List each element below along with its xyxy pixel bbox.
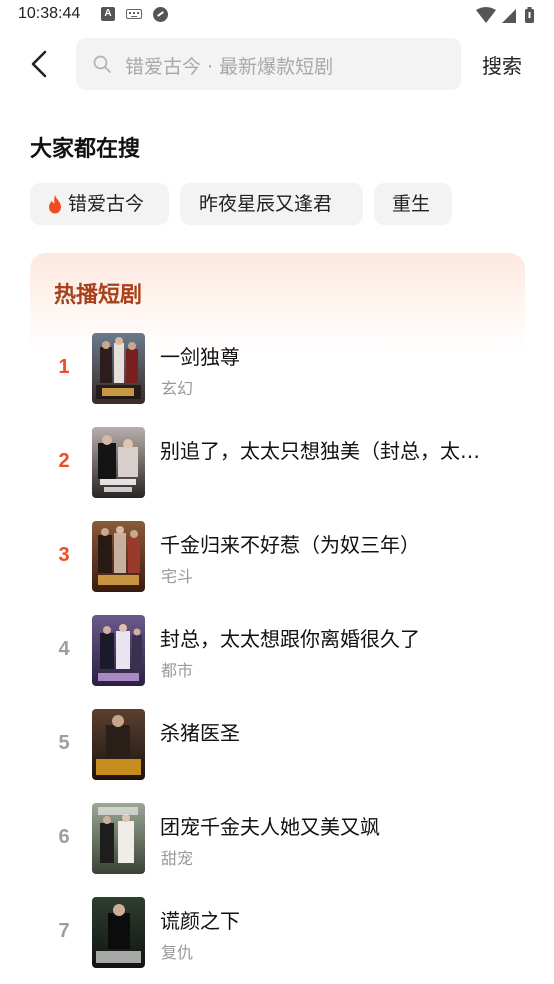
keyboard-icon — [126, 9, 142, 19]
search-placeholder: 错爱古今 · 最新爆款短剧 — [125, 56, 334, 78]
rank-number: 7 — [58, 920, 70, 942]
hot-search-chip[interactable]: 重生 — [374, 183, 452, 225]
drama-title: 谎颜之下 — [160, 909, 240, 933]
notification-a-icon: A — [101, 7, 115, 21]
rank-number: 2 — [58, 450, 70, 472]
list-item[interactable]: 1 一剑独尊 玄幻 — [30, 333, 525, 405]
poster-image — [92, 897, 145, 968]
rank-number: 3 — [58, 544, 70, 566]
drama-genre: 宅斗 — [161, 567, 194, 586]
drama-title: 团宠千金夫人她又美又飒 — [160, 815, 380, 839]
rank-number: 4 — [58, 638, 70, 660]
flame-icon — [49, 195, 61, 214]
rank-number: 5 — [58, 732, 70, 754]
hot-search-chip-label: 昨夜星辰又逢君 — [199, 193, 333, 215]
drama-genre: 都市 — [161, 661, 194, 680]
poster-image — [92, 521, 145, 592]
hot-search-chip-label: 错爱古今 — [68, 193, 145, 215]
status-indicators — [476, 7, 534, 23]
list-item[interactable]: 5 杀猪医圣 — [30, 709, 525, 781]
drama-title: 一剑独尊 — [160, 345, 240, 369]
hot-list-title: 热播短剧 — [54, 283, 143, 308]
hot-list-card: 热播短剧 1 一剑独尊 玄幻 2 别追了，太太只想独美（封总，太… 3 千金归来… — [30, 253, 525, 984]
list-item[interactable]: 6 团宠千金夫人她又美又飒 甜宠 — [30, 803, 525, 875]
drama-title: 杀猪医圣 — [160, 721, 240, 745]
drama-title: 千金归来不好惹（为奴三年） — [160, 533, 420, 557]
drama-genre: 复仇 — [161, 943, 194, 962]
poster-image — [92, 803, 145, 874]
signal-icon — [502, 9, 516, 23]
rank-number: 6 — [58, 826, 70, 848]
list-item[interactable]: 3 千金归来不好惹（为奴三年） 宅斗 — [30, 521, 525, 593]
hot-search-chip-label: 重生 — [392, 193, 431, 215]
status-time: 10:38:44 — [18, 5, 81, 22]
back-arrow-icon — [31, 50, 47, 78]
hot-search-chip[interactable]: 错爱古今 — [30, 183, 169, 225]
wifi-icon — [476, 7, 496, 23]
battery-icon — [525, 7, 534, 23]
poster-image — [92, 333, 145, 404]
hot-search-chip[interactable]: 昨夜星辰又逢君 — [180, 183, 363, 225]
list-item[interactable]: 2 别追了，太太只想独美（封总，太… — [30, 427, 525, 499]
poster-image — [92, 615, 145, 686]
hot-searches-title: 大家都在搜 — [30, 137, 141, 162]
list-item[interactable]: 4 封总，太太想跟你离婚很久了 都市 — [30, 615, 525, 687]
search-icon — [93, 55, 111, 73]
drama-title: 别追了，太太只想独美（封总，太… — [160, 439, 480, 463]
poster-image — [92, 709, 145, 780]
list-item[interactable]: 7 谎颜之下 复仇 — [30, 897, 525, 969]
drama-title: 封总，太太想跟你离婚很久了 — [160, 627, 420, 651]
drama-genre: 甜宠 — [161, 849, 194, 868]
back-button[interactable] — [22, 46, 58, 82]
search-input[interactable]: 错爱古今 · 最新爆款短剧 — [76, 38, 461, 90]
drama-genre: 玄幻 — [161, 379, 194, 398]
rank-number: 1 — [58, 356, 70, 378]
cast-icon — [153, 7, 168, 22]
poster-image — [92, 427, 145, 498]
search-button[interactable]: 搜索 — [482, 50, 522, 79]
status-bar: 10:38:44 A — [0, 0, 554, 32]
